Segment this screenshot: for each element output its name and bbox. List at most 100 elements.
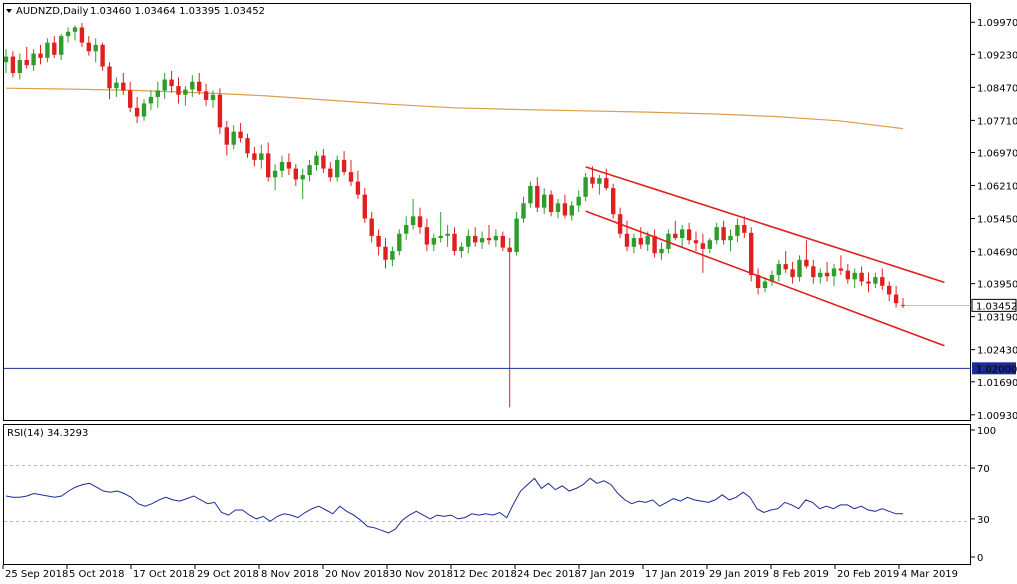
- candle: [776, 259, 781, 282]
- candle-body: [121, 82, 126, 91]
- candle-body: [224, 127, 229, 145]
- candle-body: [169, 79, 174, 87]
- candle-body: [3, 56, 9, 63]
- candle: [141, 99, 147, 121]
- candle: [838, 255, 844, 275]
- main-pane-frame: [3, 3, 971, 421]
- rsi-tick-label: 100: [977, 426, 996, 437]
- candle-body: [314, 155, 319, 166]
- candle: [341, 151, 347, 176]
- candle-body: [252, 153, 257, 160]
- candle-body: [107, 66, 112, 89]
- candle-body: [59, 36, 64, 55]
- candle: [107, 62, 112, 100]
- candle: [790, 261, 795, 284]
- candle-body: [742, 225, 747, 233]
- candle-body: [231, 131, 236, 145]
- candle-body: [562, 203, 568, 216]
- candle: [155, 81, 160, 108]
- candle: [17, 53, 22, 80]
- date-tick-label: 12 Dec 2018: [453, 569, 517, 580]
- price-tick-label: 1.03950: [977, 280, 1017, 291]
- price-chart[interactable]: 1.02000 1.03452 1.09970 1.09230 1.08470 1.07…: [0, 0, 1017, 584]
- candle: [852, 268, 857, 288]
- candle: [369, 212, 374, 243]
- candle: [742, 216, 747, 239]
- candle: [24, 46, 29, 69]
- candle-body: [721, 227, 726, 241]
- candle-body: [735, 225, 740, 236]
- date-tick-label: 17 Oct 2018: [133, 569, 195, 580]
- candle-body: [790, 269, 795, 278]
- price-tick-label: 1.04690: [977, 248, 1017, 259]
- candle: [493, 229, 499, 247]
- rsi-line: [5, 477, 903, 534]
- candle-body: [100, 44, 105, 67]
- candle: [735, 218, 740, 243]
- candle: [59, 33, 64, 61]
- symbol-dropdown-icon[interactable]: [6, 9, 12, 13]
- candle-body: [866, 281, 871, 284]
- candle-body: [410, 216, 416, 226]
- candle-body: [134, 107, 140, 117]
- candle-body: [438, 235, 443, 239]
- candle-body: [590, 177, 595, 184]
- candle: [45, 38, 50, 63]
- candle-body: [45, 42, 50, 58]
- candle-body: [707, 240, 712, 249]
- candle: [631, 233, 637, 254]
- candle: [3, 49, 9, 74]
- candle-body: [65, 31, 71, 37]
- candle-body: [749, 232, 754, 275]
- candle-body: [804, 259, 809, 267]
- candle: [169, 70, 174, 93]
- candle-body: [838, 268, 844, 271]
- date-tick-label: 7 Jan 2019: [581, 569, 635, 580]
- candle: [562, 194, 568, 219]
- candle-body: [776, 264, 781, 275]
- candle: [100, 42, 105, 71]
- candle-body: [859, 272, 864, 282]
- candle-body: [479, 238, 485, 243]
- date-tick-label: 25 Sep 2018: [5, 569, 68, 580]
- rsi-header-label: RSI(14) 34.3293: [7, 428, 88, 439]
- candle: [148, 90, 154, 110]
- candle: [680, 225, 685, 247]
- candle-body: [279, 162, 285, 171]
- candle: [390, 246, 395, 267]
- candle-body: [673, 233, 678, 239]
- candle: [183, 86, 188, 106]
- candle-body: [52, 42, 57, 55]
- candle: [162, 73, 167, 100]
- candle: [652, 229, 657, 258]
- candle-body: [286, 162, 292, 169]
- candle-body: [217, 94, 223, 128]
- candle-body: [383, 246, 388, 260]
- candle-body: [555, 203, 561, 212]
- candle: [438, 212, 443, 243]
- price-axis: 1.09970 1.09230 1.08470 1.07710 1.06970 1.062…: [971, 18, 1017, 422]
- candle: [673, 220, 678, 241]
- candle: [293, 164, 298, 186]
- candle: [203, 83, 209, 106]
- candle-body: [652, 235, 657, 254]
- horizontal-line-layer: 1.02000 1.03452: [4, 298, 1017, 375]
- candle-body: [500, 235, 505, 248]
- candle: [348, 159, 354, 186]
- candle-body: [583, 177, 588, 197]
- candle: [818, 268, 823, 284]
- candle-body: [445, 233, 450, 236]
- channel-layer: [585, 166, 945, 347]
- candle: [569, 201, 574, 221]
- candle: [417, 207, 423, 234]
- candle-body: [10, 56, 16, 74]
- candle: [880, 268, 885, 291]
- candle-body: [72, 27, 78, 32]
- candle: [128, 81, 133, 113]
- candle: [555, 198, 561, 219]
- candle: [245, 133, 250, 158]
- date-tick-label: 30 Nov 2018: [389, 569, 453, 580]
- candle: [65, 27, 71, 43]
- candle: [597, 175, 602, 195]
- channel-upper-line: [585, 166, 945, 284]
